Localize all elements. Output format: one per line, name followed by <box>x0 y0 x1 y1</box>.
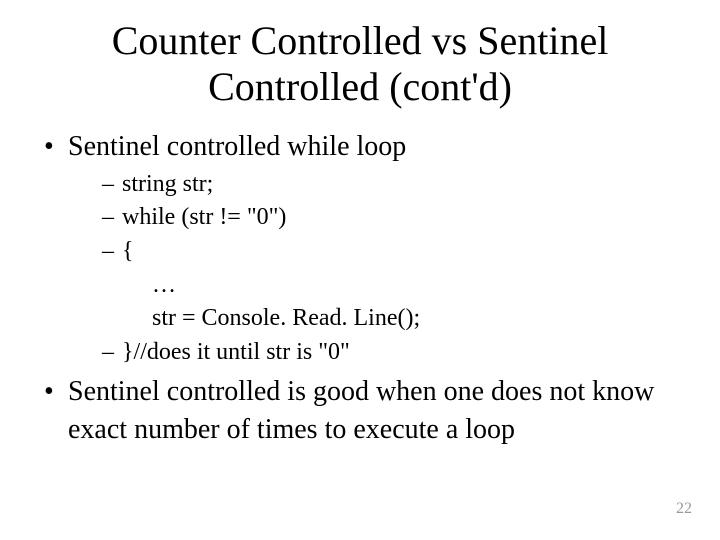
code-line-open-brace: { <box>102 235 690 269</box>
slide-title: Counter Controlled vs Sentinel Controlle… <box>70 18 650 110</box>
bullet-text: Sentinel controlled while loop <box>68 131 406 162</box>
code-line-readline: str = Console. Read. Line(); <box>102 302 690 336</box>
code-line-close-brace: }//does it until str is "0" <box>102 336 690 370</box>
code-line-while: while (str != "0") <box>102 201 690 235</box>
code-line-decl: string str; <box>102 168 690 202</box>
page-number: 22 <box>676 500 692 518</box>
bullet-explanation: Sentinel controlled is good when one doe… <box>40 373 690 449</box>
bullet-list: Sentinel controlled while loop string st… <box>30 128 690 449</box>
bullet-sentinel-loop: Sentinel controlled while loop string st… <box>40 128 690 369</box>
slide: Counter Controlled vs Sentinel Controlle… <box>0 0 720 540</box>
code-line-ellipsis: … <box>102 269 690 303</box>
code-sublist: string str; while (str != "0") { … str =… <box>68 168 690 370</box>
